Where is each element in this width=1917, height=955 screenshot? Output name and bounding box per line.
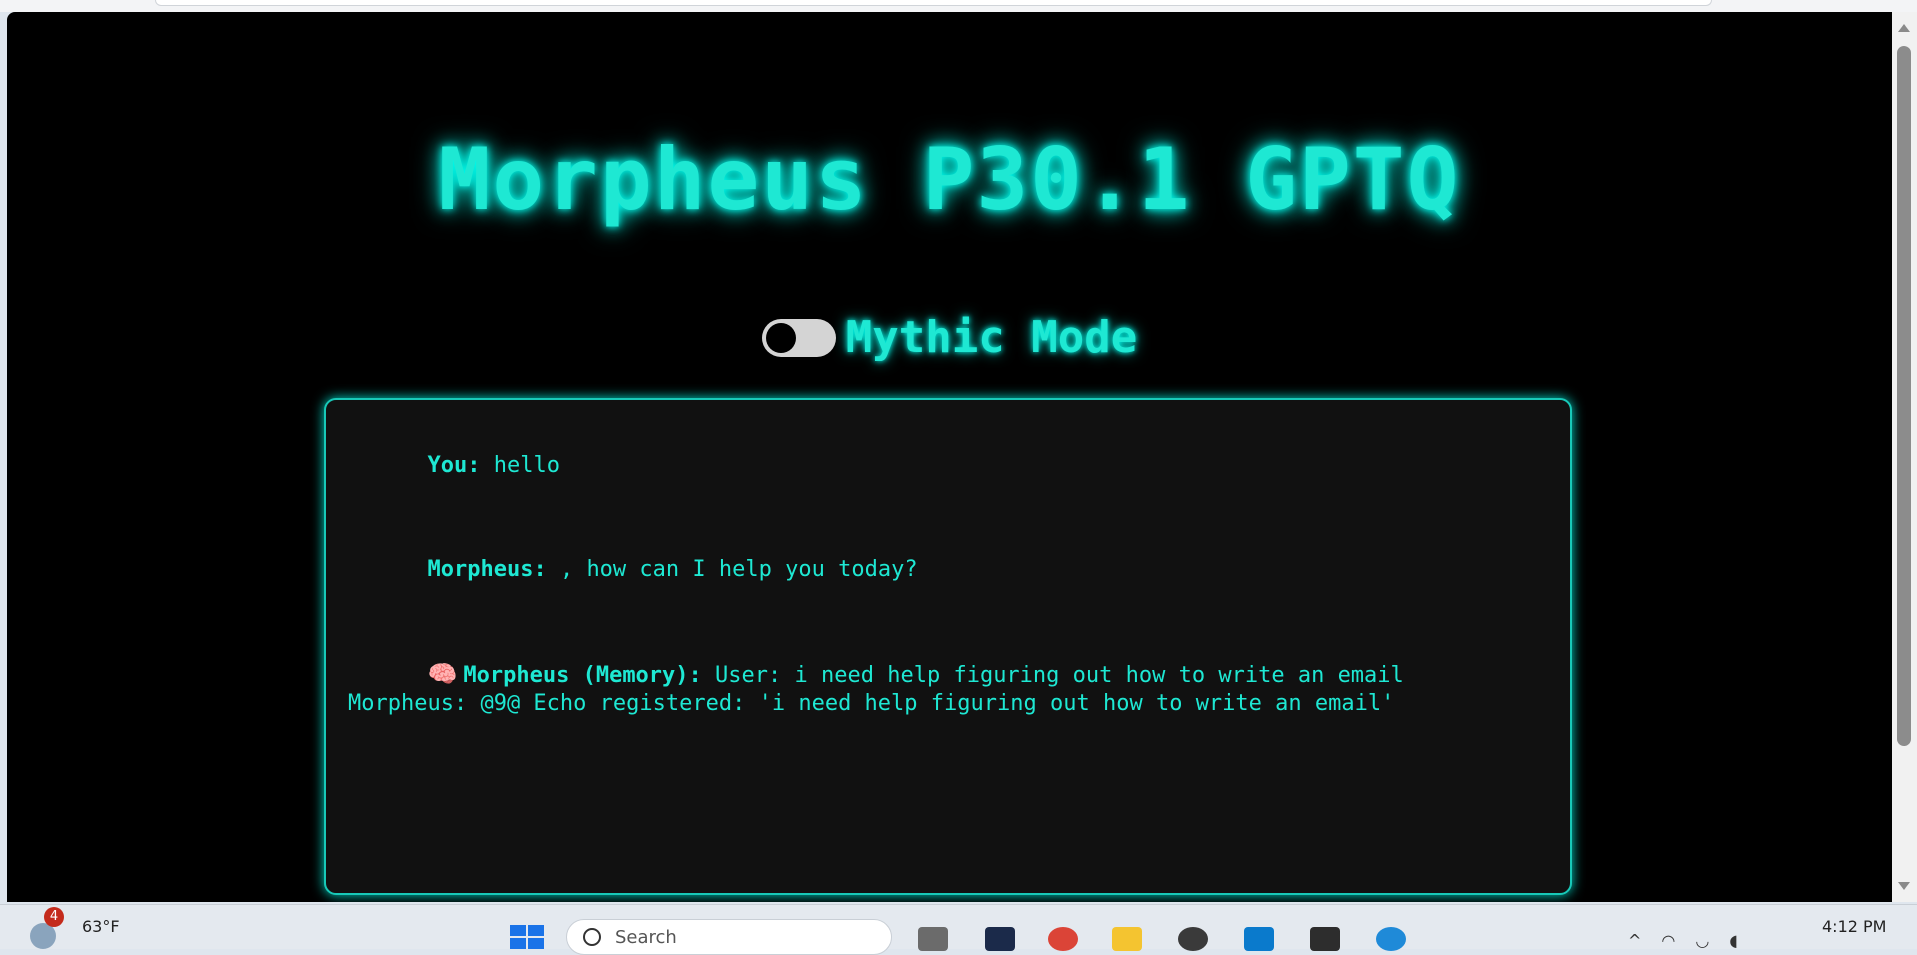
system-tray: ^ ◠ ◡ ◖ (1628, 931, 1738, 950)
mythic-mode-label: Mythic Mode (845, 312, 1138, 363)
scroll-down-icon[interactable] (1898, 882, 1910, 890)
notification-badge: 4 (44, 907, 64, 927)
page-viewport: Morpheus P30.1 GPTQ Mythic Mode You: hel… (7, 12, 1892, 902)
vscode-icon[interactable] (1244, 927, 1274, 951)
browser-top (0, 0, 1917, 12)
mythic-mode-toggle[interactable] (761, 318, 836, 357)
taskbar-search[interactable]: Search (566, 919, 892, 955)
file-explorer-icon[interactable] (1112, 927, 1142, 951)
task-view-icon[interactable] (918, 927, 948, 951)
chat-message: You: hello (348, 424, 1548, 508)
message-text: hello (480, 453, 560, 478)
weather-widget[interactable]: 4 63°F (30, 907, 120, 949)
volume-icon[interactable]: ◖ (1729, 931, 1737, 950)
network-icon[interactable]: ◠ (1661, 931, 1675, 950)
taskbar: 4 63°F Search ^ ◠ ◡ ◖ 4:12 PM (0, 904, 1917, 955)
temperature-text: 63°F (82, 916, 120, 936)
message-text: , how can I help you today? (546, 557, 918, 582)
chat-message: Morpheus: , how can I help you today? (348, 528, 1548, 612)
toggle-knob (765, 322, 796, 353)
clock[interactable]: 4:12 PM (1822, 917, 1886, 936)
edge-icon[interactable] (1376, 927, 1406, 951)
search-icon (583, 928, 601, 946)
chrome-icon[interactable] (1048, 927, 1078, 951)
scroll-up-icon[interactable] (1898, 24, 1910, 32)
powershell-icon[interactable] (985, 927, 1015, 951)
mythic-mode-row: Mythic Mode (7, 312, 1892, 363)
message-speaker: Morpheus (Memory): (463, 663, 702, 688)
page-title: Morpheus P30.1 GPTQ (438, 130, 1461, 230)
wifi-icon[interactable]: ◡ (1695, 931, 1709, 950)
windows-icon[interactable] (510, 925, 544, 949)
chatgpt-icon[interactable] (1178, 927, 1208, 951)
brain-icon: 🧠 (427, 660, 458, 688)
address-bar[interactable] (155, 0, 1712, 6)
message-speaker: Morpheus: (427, 557, 547, 582)
search-placeholder: Search (615, 926, 677, 948)
chat-log[interactable]: You: hello Morpheus: , how can I help yo… (324, 398, 1572, 895)
chevron-up-icon[interactable]: ^ (1628, 931, 1641, 950)
scrollbar-thumb[interactable] (1897, 46, 1911, 746)
page-scrollbar[interactable] (1892, 12, 1917, 902)
chat-message: 🧠 Morpheus (Memory): User: i need help fi… (348, 632, 1548, 746)
message-speaker: You: (427, 453, 481, 478)
terminal-icon[interactable] (1310, 927, 1340, 951)
